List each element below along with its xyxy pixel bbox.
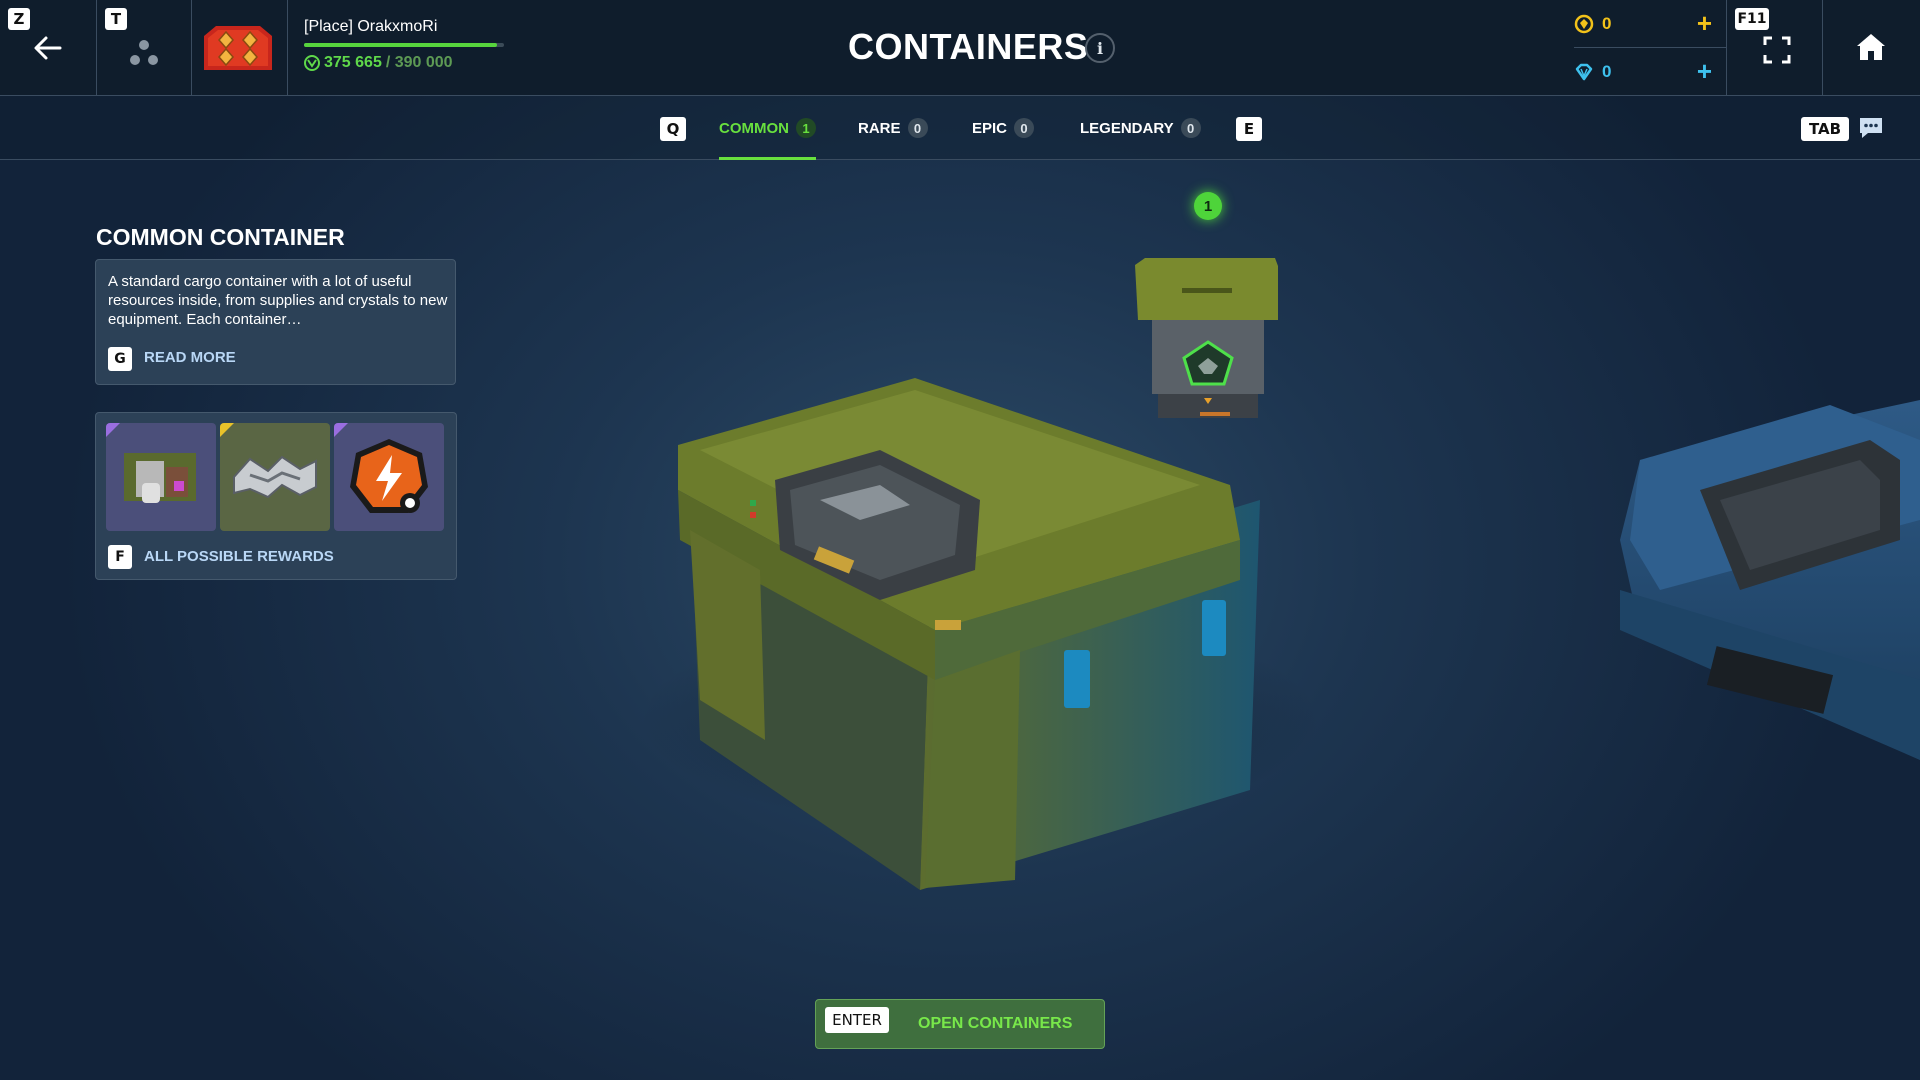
back-arrow-icon [34, 36, 62, 60]
booster-icon [334, 423, 444, 531]
supplies-icon [106, 423, 216, 531]
tab-count: 1 [796, 118, 816, 138]
info-icon[interactable]: i [1085, 33, 1115, 63]
fullscreen-hotkey: F11 [1735, 8, 1769, 30]
tab-label: RARE [858, 119, 901, 137]
description-card: A standard cargo container with a lot of… [95, 259, 456, 385]
tab-label: EPIC [972, 119, 1008, 137]
open-containers-button[interactable]: ENTER OPEN CONTAINERS [815, 999, 1105, 1049]
page-title: CONTAINERS [848, 26, 1089, 67]
xp-progress-fill [304, 43, 497, 47]
read-more-link[interactable]: READ MORE [144, 349, 236, 366]
friends-icon [130, 40, 158, 65]
xp-readout: 375 665 / 390 000 [304, 54, 504, 72]
chat-hotkey: TAB [1801, 117, 1849, 141]
crystal-value: 0 [1602, 13, 1612, 33]
crystal-balance: 0 + [1574, 0, 1726, 48]
next-tab-hotkey[interactable]: E [1236, 117, 1262, 141]
tab-rare[interactable]: RARE 0 [858, 96, 928, 160]
category-tabs: Q COMMON 1 RARE 0 EPIC 0 LEGENDARY 0 E T… [0, 96, 1920, 160]
rewards-hotkey: F [108, 545, 132, 569]
buy-gems-button[interactable]: + [1697, 58, 1712, 84]
open-containers-label: OPEN CONTAINERS [918, 1015, 1073, 1032]
gem-balance: 0 + [1574, 48, 1726, 96]
read-more-hotkey: G [108, 347, 132, 371]
rank-badge[interactable] [192, 0, 288, 96]
player-info: [Place] OrakxmoRi 375 665 / 390 000 [304, 18, 504, 72]
tab-count: 0 [1180, 118, 1201, 138]
xp-current: 375 665 [324, 54, 382, 71]
xp-total: / 390 000 [385, 54, 453, 71]
buy-crystals-button[interactable]: + [1697, 10, 1712, 36]
fullscreen-button[interactable]: F11 [1726, 0, 1823, 96]
tab-legendary[interactable]: LEGENDARY 0 [1080, 96, 1201, 160]
friends-hotkey: T [105, 8, 127, 30]
fullscreen-icon [1763, 36, 1791, 64]
gem-icon [1575, 63, 1593, 81]
gem-value: 0 [1602, 62, 1612, 81]
rank-icon [204, 26, 272, 70]
tab-common[interactable]: COMMON 1 [719, 96, 816, 160]
reward-booster[interactable] [334, 423, 444, 531]
tab-count: 0 [907, 118, 928, 138]
tab-label: LEGENDARY [1080, 119, 1174, 137]
top-bar: Z T [Place] OrakxmoRi 375 665 / 390 000 … [0, 0, 1920, 96]
crystal-coin-icon [1574, 14, 1594, 33]
common-container-model [678, 378, 1260, 890]
container-preview-icon [1135, 258, 1278, 418]
friends-button[interactable]: T [97, 0, 192, 96]
rare-container-model [1620, 400, 1920, 760]
tab-epic[interactable]: EPIC 0 [972, 96, 1035, 160]
equipment-icon [220, 423, 330, 531]
xp-progress-bar [304, 43, 504, 47]
tab-count: 0 [1014, 118, 1035, 138]
rewards-card: F ALL POSSIBLE REWARDS [95, 412, 457, 580]
enter-hotkey: ENTER [825, 1007, 889, 1033]
all-rewards-link[interactable]: ALL POSSIBLE REWARDS [144, 548, 334, 565]
chat-icon[interactable] [1858, 115, 1884, 141]
container-count-badge: 1 [1194, 192, 1222, 220]
xp-icon [304, 55, 320, 71]
reward-supplies[interactable] [106, 423, 216, 531]
player-name: [Place] OrakxmoRi [304, 18, 438, 35]
container-title: COMMON CONTAINER [96, 224, 345, 250]
back-button[interactable]: Z [0, 0, 97, 96]
home-icon[interactable] [1855, 32, 1887, 62]
back-hotkey: Z [8, 8, 30, 30]
tab-label: COMMON [719, 119, 789, 137]
container-description: A standard cargo container with a lot of… [108, 273, 448, 328]
reward-equipment[interactable] [220, 423, 330, 531]
prev-tab-hotkey[interactable]: Q [660, 117, 686, 141]
